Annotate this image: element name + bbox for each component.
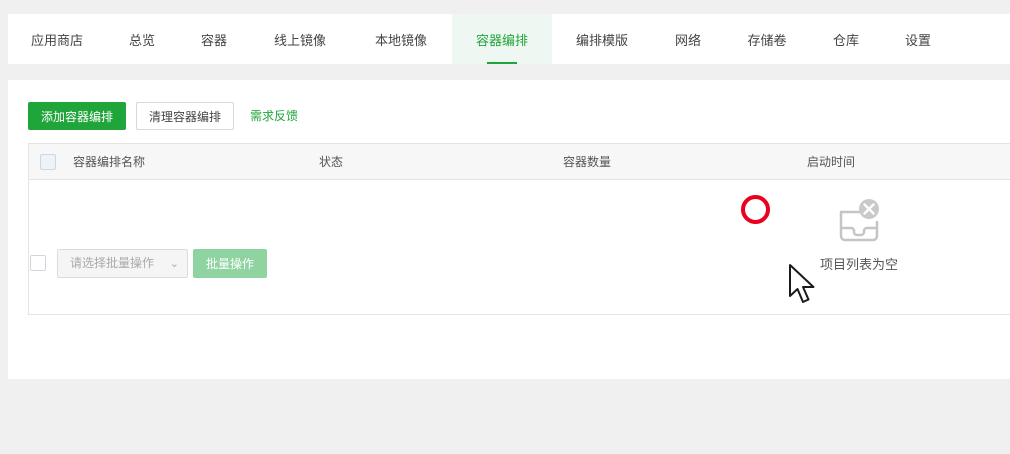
tab-compose-templates[interactable]: 编排模版 [552, 14, 652, 64]
click-marker [741, 195, 770, 224]
tab-label: 线上镜像 [273, 33, 326, 49]
tab-label: 仓库 [832, 33, 859, 49]
tab-active-underline [487, 62, 517, 64]
chevron-down-icon: ⌄ [169, 257, 179, 270]
tab-settings[interactable]: 设置 [882, 14, 954, 64]
tab-overview[interactable]: 总览 [106, 14, 178, 64]
empty-state: 项目列表为空 [789, 198, 929, 273]
tab-label: 容器编排 [475, 33, 528, 49]
tab-volumes[interactable]: 存储卷 [724, 14, 810, 64]
tab-label: 容器 [200, 33, 227, 49]
main-panel: 添加容器编排 清理容器编排 需求反馈 容器编排名称 状态 容器数量 启动时间 项… [8, 80, 1010, 379]
tab-registry[interactable]: 仓库 [810, 14, 882, 64]
batch-select-checkbox[interactable] [30, 255, 46, 271]
select-all-checkbox[interactable] [40, 154, 56, 170]
tab-label: 编排模版 [575, 33, 628, 49]
batch-operation-select[interactable]: 请选择批量操作 ⌄ [57, 249, 188, 278]
tab-label: 存储卷 [747, 33, 787, 49]
tab-containers[interactable]: 容器 [178, 14, 250, 64]
clean-compose-button[interactable]: 清理容器编排 [136, 102, 234, 130]
tab-label: 应用商店 [30, 33, 83, 49]
column-header-container-count[interactable]: 容器数量 [563, 144, 611, 180]
batch-operation-button[interactable]: 批量操作 [193, 249, 267, 278]
tab-label: 总览 [128, 33, 155, 49]
top-tab-bar: 应用商店 总览 容器 线上镜像 本地镜像 容器编排 编排模版 网络 存储卷 仓库… [8, 14, 1010, 64]
tab-local-images[interactable]: 本地镜像 [350, 14, 452, 64]
feedback-link[interactable]: 需求反馈 [250, 102, 298, 130]
tab-network[interactable]: 网络 [652, 14, 724, 64]
tab-app-store[interactable]: 应用商店 [8, 14, 106, 64]
empty-inbox-icon [839, 199, 879, 242]
tab-label: 网络 [674, 33, 701, 49]
tab-label: 本地镜像 [374, 33, 427, 49]
table-header: 容器编排名称 状态 容器数量 启动时间 [29, 144, 1010, 180]
tab-container-compose[interactable]: 容器编排 [452, 14, 552, 64]
tab-online-images[interactable]: 线上镜像 [250, 14, 350, 64]
mouse-pointer-icon [789, 264, 815, 303]
column-header-status[interactable]: 状态 [319, 144, 343, 180]
tab-label: 设置 [904, 33, 931, 49]
add-compose-button[interactable]: 添加容器编排 [28, 102, 126, 130]
compose-table: 容器编排名称 状态 容器数量 启动时间 项目列表为空 [28, 143, 1010, 315]
column-header-start-time[interactable]: 启动时间 [807, 144, 855, 180]
batch-select-placeholder: 请选择批量操作 [70, 256, 155, 270]
column-header-name[interactable]: 容器编排名称 [73, 144, 145, 180]
